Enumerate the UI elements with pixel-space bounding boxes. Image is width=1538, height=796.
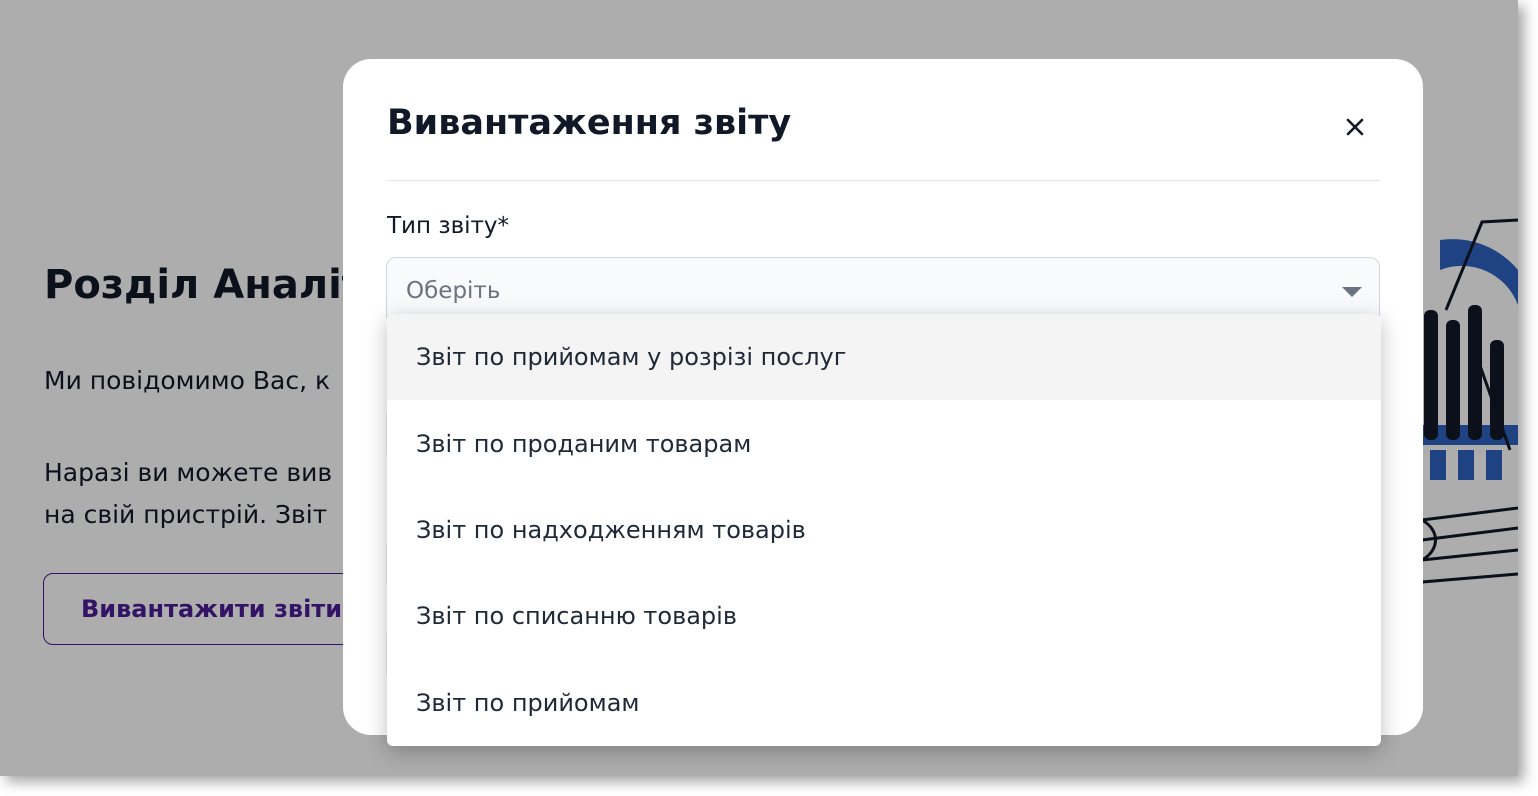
dropdown-option[interactable]: Звіт по надходженням товарів [387, 487, 1381, 573]
modal-title: Вивантаження звіту [387, 103, 792, 143]
dropdown-option[interactable]: Звіт по прийомам у розрізі послуг [387, 314, 1381, 401]
dropdown-option[interactable]: Звіт по проданим товарам [387, 400, 1381, 486]
select-placeholder: Оберіть [406, 278, 501, 304]
chevron-down-icon [1342, 287, 1362, 297]
app-window: Розділ Аналіт Ми повідомимо Вас, к Нараз… [0, 0, 1518, 776]
report-type-dropdown: Звіт по прийомам у розрізі послуг Звіт п… [387, 314, 1381, 746]
modal-divider [386, 180, 1380, 181]
dropdown-option[interactable]: Звіт по прийомам [387, 660, 1381, 746]
report-type-label: Тип звіту* [387, 213, 510, 239]
dropdown-option[interactable]: Звіт по списанню товарів [387, 573, 1381, 659]
close-button[interactable] [1331, 109, 1379, 145]
close-icon [1346, 118, 1364, 136]
